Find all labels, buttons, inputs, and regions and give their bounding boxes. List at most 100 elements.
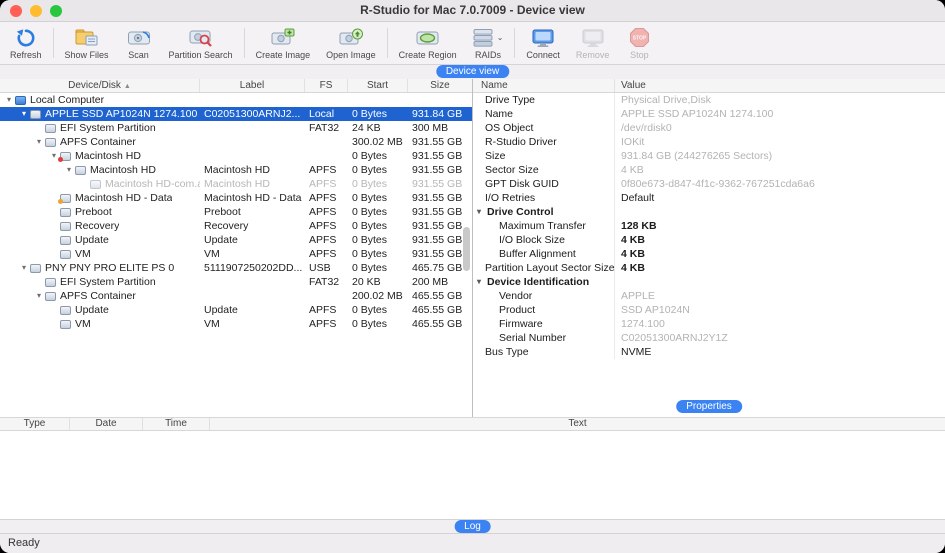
partition-icon (45, 291, 56, 301)
column-header-type[interactable]: Type (0, 418, 70, 430)
create-image-icon (271, 27, 295, 49)
properties-header: Name Value (473, 79, 945, 93)
property-row-sector-size[interactable]: Sector Size 4 KB (473, 163, 945, 177)
chevron-down-icon[interactable]: ▾ (3, 93, 15, 107)
device-row-apple-ssd[interactable]: ▾ APPLE SSD AP1024N 1274.100 C02051300ARNJ… (0, 107, 472, 121)
property-row-buffer-alignment[interactable]: Buffer Alignment 4 KB (473, 247, 945, 261)
refresh-button[interactable]: Refresh (2, 23, 50, 63)
column-header-label[interactable]: Label (200, 79, 305, 92)
toolbar-separator (52, 28, 54, 58)
chevron-down-icon[interactable]: ▾ (33, 289, 45, 303)
chevron-down-icon[interactable]: ▾ (18, 261, 30, 275)
property-row-size[interactable]: Size 931.84 GB (244276265 Sectors) (473, 149, 945, 163)
property-row-os-object[interactable]: OS Object/dev/rdisk0 (473, 121, 945, 135)
partition-search-button[interactable]: Partition Search (161, 23, 241, 63)
column-header-device-disk[interactable]: Device/Disk ▲ (0, 79, 200, 92)
device-row-pny-apfs-container[interactable]: ▾ APFS Container 200.02 MB 465.55 GB (0, 289, 472, 303)
log-body (0, 431, 945, 519)
minimize-button[interactable] (30, 4, 42, 17)
column-header-date[interactable]: Date (70, 418, 143, 430)
property-row-io-retries[interactable]: I/O Retries Default (473, 191, 945, 205)
column-header-time[interactable]: Time (143, 418, 210, 430)
snapshot-icon (90, 179, 101, 189)
device-row-pny-efi-partition[interactable]: EFI System Partition FAT32 20 KB 200 MB (0, 275, 472, 289)
raids-button[interactable]: ⌄ RAIDs (465, 23, 512, 63)
partition-icon (45, 137, 56, 147)
device-row-pny-vm[interactable]: VM VM APFS 0 Bytes 465.55 GB (0, 317, 472, 331)
device-row-macintosh-hd-group[interactable]: ▾ Macintosh HD 0 Bytes 931.55 GB (0, 149, 472, 163)
device-row-apfs-container[interactable]: ▾ APFS Container 300.02 MB 931.55 GB (0, 135, 472, 149)
open-image-button[interactable]: Open Image (318, 23, 384, 63)
vertical-scrollbar-thumb[interactable] (463, 227, 470, 271)
disk-icon (30, 109, 41, 119)
volume-icon (60, 207, 71, 217)
column-header-size[interactable]: Size (408, 79, 472, 92)
computer-icon (15, 95, 26, 105)
property-row-io-block-size[interactable]: I/O Block Size 4 KB (473, 233, 945, 247)
device-row-pny-update[interactable]: Update Update APFS 0 Bytes 465.55 GB (0, 303, 472, 317)
title-bar: R-Studio for Mac 7.0.7009 - Device view (0, 0, 945, 22)
create-region-button[interactable]: Create Region (391, 23, 465, 63)
property-row-gpt-disk-guid[interactable]: GPT Disk GUID 0f80e673-d847-4f1c-9362-767… (473, 177, 945, 191)
column-header-value[interactable]: Value (615, 79, 945, 92)
remove-button: Remove (568, 23, 618, 63)
column-header-text[interactable]: Text (210, 418, 945, 430)
property-row-drive-type[interactable]: Drive Type Physical Drive,Disk (473, 93, 945, 107)
status-bar: Ready (0, 533, 945, 553)
device-row-pny-drive[interactable]: ▾ PNY PNY PRO ELITE PS 0 5111907250202DD..… (0, 261, 472, 275)
show-files-button[interactable]: Show Files (57, 23, 117, 63)
toolbar-separator (514, 28, 516, 58)
property-row-rstudio-driver[interactable]: R-Studio Driver IOKit (473, 135, 945, 149)
volume-icon (58, 193, 71, 204)
device-row-preboot[interactable]: Preboot Preboot APFS 0 Bytes 931.55 GB (0, 205, 472, 219)
volume-icon (60, 249, 71, 259)
log-tab-strip: Log (0, 519, 945, 533)
scan-button[interactable]: Scan (117, 23, 161, 63)
disk-icon (30, 263, 41, 273)
property-row-product[interactable]: Product SSD AP1024N (473, 303, 945, 317)
property-row-vendor[interactable]: Vendor APPLE (473, 289, 945, 303)
zoom-button[interactable] (50, 4, 62, 17)
tab-device-view[interactable]: Device view (435, 65, 510, 78)
tab-properties[interactable]: Properties (676, 400, 742, 413)
device-tree-panel: Device/Disk ▲ Label FS Start Size ▾ Local … (0, 79, 473, 417)
status-text: Ready (8, 537, 40, 549)
device-row-local-computer[interactable]: ▾ Local Computer (0, 93, 472, 107)
device-row-update[interactable]: Update Update APFS 0 Bytes 931.55 GB (0, 233, 472, 247)
property-group-device-identification[interactable]: ▾ Device Identification (473, 275, 945, 289)
chevron-down-icon[interactable]: ▾ (63, 163, 75, 177)
device-row-macintosh-hd-snapshot[interactable]: Macintosh HD-com.apple...Macintosh HDAPF… (0, 177, 472, 191)
log-table-header: Type Date Time Text (0, 417, 945, 431)
device-row-efi-partition[interactable]: EFI System Partition FAT32 24 KB 300 MB (0, 121, 472, 135)
toolbar: Refresh Show Files Scan Partition Search… (0, 22, 945, 65)
toolbar-separator (243, 28, 245, 58)
device-table-header: Device/Disk ▲ Label FS Start Size (0, 79, 472, 93)
device-row-recovery[interactable]: Recovery Recovery APFS 0 Bytes 931.55 GB (0, 219, 472, 233)
open-image-icon (339, 27, 363, 49)
chevron-down-icon[interactable]: ▾ (33, 135, 45, 149)
chevron-down-icon[interactable]: ⌄ (497, 33, 504, 42)
partition-icon (45, 277, 56, 287)
device-row-macintosh-hd-data[interactable]: Macintosh HD - Data Macintosh HD - Data AP… (0, 191, 472, 205)
property-row-firmware[interactable]: Firmware 1274.100 (473, 317, 945, 331)
column-header-name[interactable]: Name (473, 79, 615, 92)
connect-button[interactable]: Connect (518, 23, 568, 63)
close-button[interactable] (10, 4, 22, 17)
create-image-button[interactable]: Create Image (248, 23, 319, 63)
chevron-down-icon[interactable]: ▾ (477, 275, 487, 289)
tab-log[interactable]: Log (454, 520, 491, 533)
volume-icon (60, 221, 71, 231)
connect-icon (531, 27, 555, 49)
property-row-name[interactable]: Name APPLE SSD AP1024N 1274.100 (473, 107, 945, 121)
property-row-bus-type[interactable]: Bus Type NVME (473, 345, 945, 359)
chevron-down-icon[interactable]: ▾ (477, 205, 487, 219)
device-row-macintosh-hd[interactable]: ▾ Macintosh HD Macintosh HD APFS 0 Bytes 931.… (0, 163, 472, 177)
column-header-start[interactable]: Start (348, 79, 408, 92)
device-row-vm[interactable]: VM VM APFS 0 Bytes 931.55 GB (0, 247, 472, 261)
property-group-drive-control[interactable]: ▾ Drive Control (473, 205, 945, 219)
property-row-partition-layout-sector-size[interactable]: Partition Layout Sector Size 4 KB (473, 261, 945, 275)
chevron-down-icon[interactable]: ▾ (18, 107, 30, 121)
property-row-serial-number[interactable]: Serial Number C02051300ARNJ2Y1Z (473, 331, 945, 345)
property-row-maximum-transfer[interactable]: Maximum Transfer 128 KB (473, 219, 945, 233)
column-header-fs[interactable]: FS (305, 79, 348, 92)
